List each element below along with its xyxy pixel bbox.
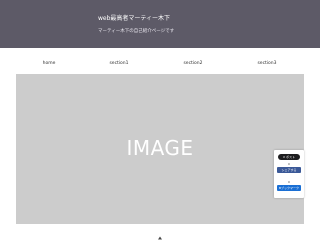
- page: web最高者マーティー木下 マーティー木下の自己紹介ページです home sec…: [0, 0, 320, 240]
- facebook-share-button[interactable]: シェアする: [277, 167, 301, 173]
- chevron-up-icon: [158, 236, 162, 240]
- bookmark-count: 0: [288, 180, 290, 184]
- bookmark-button[interactable]: Bブックマーク: [277, 185, 301, 191]
- site-description: マーティー木下の自己紹介ページです: [98, 29, 175, 34]
- site-header: web最高者マーティー木下 マーティー木下の自己紹介ページです: [0, 0, 320, 48]
- site-title[interactable]: web最高者マーティー木下: [98, 13, 170, 22]
- nav-item-section2[interactable]: section2: [163, 59, 223, 69]
- nav-item-section3[interactable]: section3: [237, 59, 297, 69]
- nav-item-section1[interactable]: section1: [89, 59, 149, 69]
- main-nav: home section1 section2 section3: [0, 59, 320, 69]
- hero-image: IMAGE: [16, 74, 304, 224]
- scroll-top-button[interactable]: [156, 226, 164, 240]
- x-post-button[interactable]: X ポスト: [278, 154, 300, 160]
- hero-image-label: IMAGE: [126, 136, 194, 160]
- facebook-share-count: 0: [288, 162, 290, 166]
- share-panel: X ポスト 0 シェアする 0 Bブックマーク: [274, 150, 304, 198]
- nav-item-home[interactable]: home: [19, 59, 79, 69]
